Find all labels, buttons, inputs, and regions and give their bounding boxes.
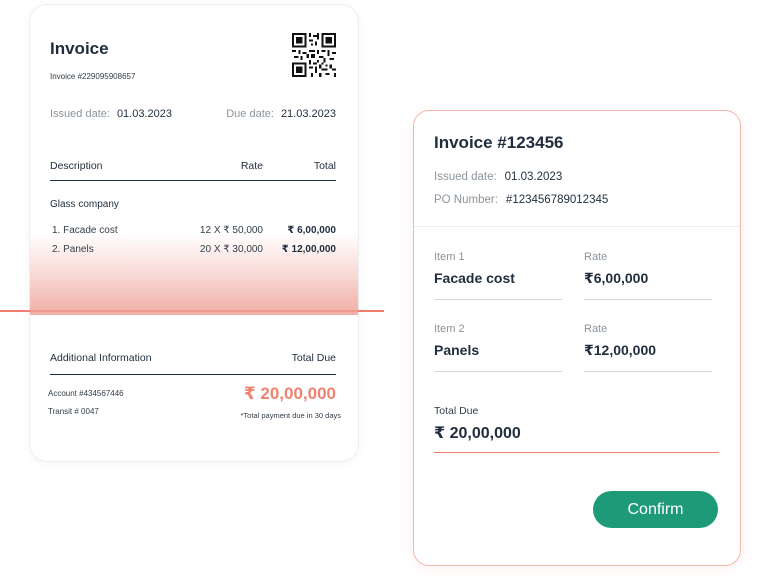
account-number: Account #434567446	[48, 389, 124, 398]
form-issued-date: Issued date: 01.03.2023	[434, 171, 562, 183]
invoice-dates: Issued date: 01.03.2023 Due date: 21.03.20…	[50, 108, 336, 120]
item-field[interactable]: Item 1 Facade cost	[434, 251, 562, 300]
form-divider	[414, 226, 740, 227]
due-date: Due date: 21.03.2023	[226, 108, 336, 120]
column-total: Total	[313, 160, 336, 172]
form-issued-date-value: 01.03.2023	[504, 171, 563, 183]
invoice-number: Invoice #229095908657	[50, 72, 136, 81]
column-rate: Rate	[240, 160, 263, 172]
line-item-total: ₹ 6,00,000	[287, 225, 336, 236]
total-due-amount: ₹ 20,00,000	[243, 384, 336, 403]
line-item-rate: 12 X ₹ 50,000	[199, 225, 263, 236]
rate-field-value: ₹6,00,000	[584, 270, 649, 286]
line-item-description: 1. Facade cost	[52, 225, 118, 236]
rate-field-label: Rate	[584, 251, 608, 263]
total-due-field-label: Total Due	[434, 405, 479, 417]
line-item-total: ₹ 12,00,000	[281, 244, 336, 255]
form-title: Invoice #123456	[434, 133, 564, 152]
form-issued-date-label: Issued date:	[434, 171, 497, 183]
additional-info-header: Additional Information Total Due	[50, 352, 336, 375]
po-number-value: #123456789012345	[505, 194, 609, 206]
form-po-number: PO Number: #123456789012345	[434, 194, 608, 206]
due-date-value: 21.03.2023	[280, 108, 336, 120]
line-items-header: Description Rate Total	[50, 160, 336, 181]
total-due-field-value: ₹ 20,00,000	[434, 425, 521, 442]
item-field[interactable]: Item 2 Panels	[434, 323, 562, 372]
rate-field[interactable]: Rate ₹12,00,000	[584, 323, 712, 372]
invoice-title: Invoice	[50, 39, 109, 58]
company-name: Glass company	[50, 199, 119, 210]
po-number-label: PO Number:	[434, 194, 498, 206]
column-description: Description	[50, 160, 103, 172]
confirm-button[interactable]: Confirm	[593, 491, 718, 528]
rate-field-label: Rate	[584, 323, 608, 335]
line-item-rate: 20 X ₹ 30,000	[199, 244, 263, 255]
invoice-document-card: Invoice Invoice #229095908657 Issued dat…	[29, 4, 359, 462]
transit-number: Transit # 0047	[48, 407, 99, 416]
item-field-value: Panels	[434, 342, 480, 358]
qr-code-icon	[292, 33, 336, 77]
additional-info-label: Additional Information	[50, 352, 152, 364]
total-due-label: Total Due	[291, 352, 336, 364]
issued-date-label: Issued date:	[50, 108, 110, 120]
line-item-description: 2. Panels	[52, 244, 94, 255]
invoice-form-card: Invoice #123456 Issued date: 01.03.2023 P…	[413, 110, 741, 566]
item-field-value: Facade cost	[434, 270, 515, 286]
item-field-label: Item 1	[434, 251, 465, 263]
item-field-label: Item 2	[434, 323, 465, 335]
total-due-field[interactable]: Total Due ₹ 20,00,000	[434, 405, 719, 453]
rate-field[interactable]: Rate ₹6,00,000	[584, 251, 712, 300]
issued-date: Issued date: 01.03.2023	[50, 108, 172, 120]
due-date-label: Due date:	[226, 108, 274, 120]
rate-field-value: ₹12,00,000	[584, 342, 657, 358]
issued-date-value: 01.03.2023	[116, 108, 172, 120]
payment-note: *Total payment due in 30 days	[240, 411, 341, 420]
